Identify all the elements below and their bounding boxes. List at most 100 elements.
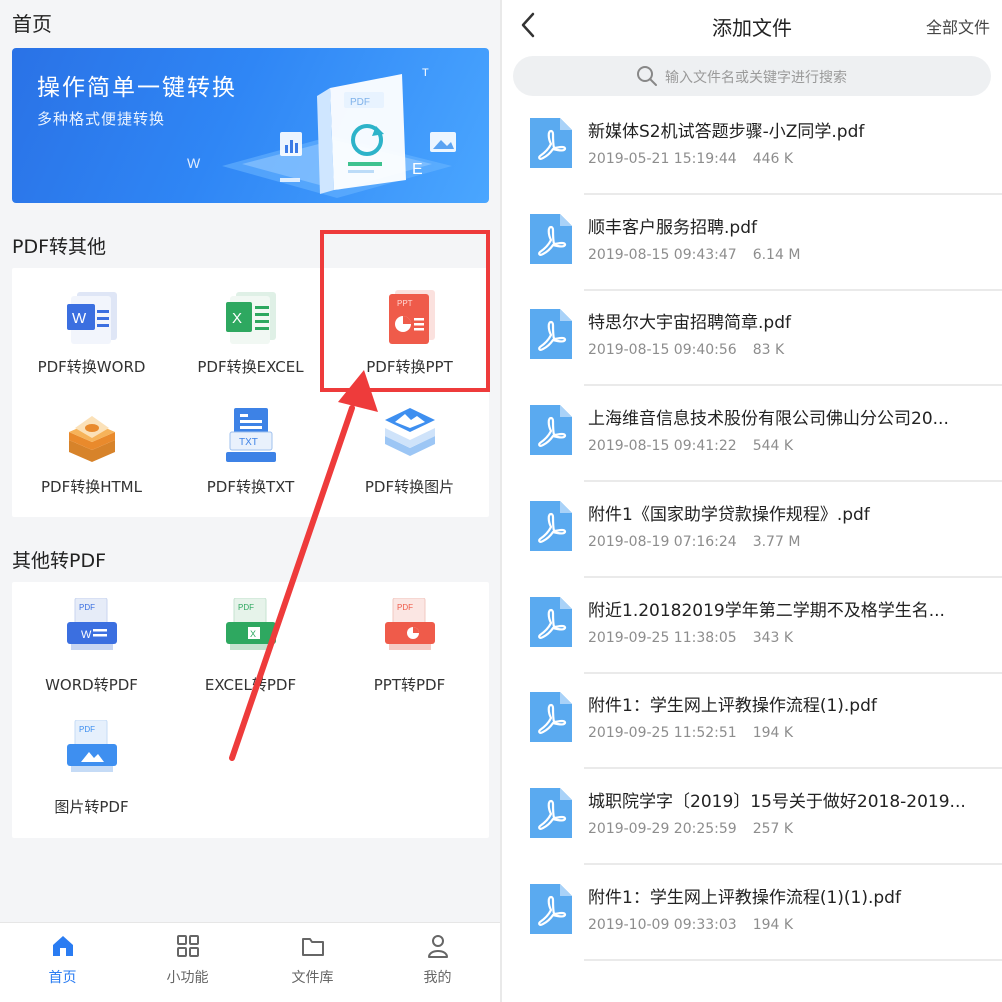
- banner-doc-label: PDF: [350, 97, 370, 108]
- file-date: 2019-08-15 09:40:56: [588, 342, 737, 358]
- file-name: 特思尔大宇宙招聘简章.pdf: [588, 313, 791, 333]
- file-size: 3.77 M: [752, 534, 801, 550]
- row-divider: [584, 863, 1002, 865]
- tool-pdf-to-word[interactable]: W PDF转换WORD: [12, 286, 171, 386]
- file-row[interactable]: 附件1：学生网上评教操作流程(1)(1).pdf 2019-10-09 09:33…: [502, 866, 1002, 962]
- file-size: 194 K: [752, 917, 794, 933]
- file-row[interactable]: 上海维音信息技术股份有限公司佛山分公司20... 2019-08-15 09:41…: [502, 387, 1002, 483]
- all-files-button[interactable]: 全部文件: [926, 14, 990, 38]
- row-divider: [584, 767, 1002, 769]
- section-title-pdf-to-other: PDF转其他: [12, 236, 107, 258]
- file-meta: 2019-09-25 11:52:51 194 K: [588, 725, 793, 741]
- file-date: 2019-08-15 09:41:22: [588, 438, 737, 454]
- word-doc-icon: W: [66, 292, 117, 344]
- file-name: 附件1《国家助学贷款操作规程》.pdf: [588, 505, 870, 525]
- excel-printer-icon: PDF X: [225, 598, 276, 650]
- file-row[interactable]: 附件1《国家助学贷款操作规程》.pdf 2019-08-19 07:16:24 3.…: [502, 483, 1002, 579]
- ppt-printer-icon: PDF: [384, 598, 435, 650]
- nav-library[interactable]: 文件库: [250, 933, 375, 987]
- printer-pdf-text: PDF: [79, 603, 95, 612]
- pdf-file-icon: [530, 788, 572, 838]
- file-date: 2019-10-09 09:33:03: [588, 917, 737, 933]
- file-row[interactable]: 附件1：学生网上评教操作流程(1).pdf 2019-09-25 11:52:51…: [502, 674, 1002, 770]
- file-size: 83 K: [752, 342, 785, 358]
- nav-label: 首页: [48, 970, 77, 986]
- file-date: 2019-09-29 20:25:59: [588, 821, 737, 837]
- image-printer-icon: PDF: [66, 720, 117, 772]
- file-row[interactable]: 附近1.20182019学年第二学期不及格学生名... 2019-09-25 11…: [502, 579, 1002, 675]
- file-row[interactable]: 新媒体S2机试答题步骤-小Z同学.pdf 2019-05-21 15:19:44 4…: [502, 100, 1002, 196]
- other-to-pdf-card: PDF W WORD转PDF PDF X EXCEL转PDF PDF PPT转P…: [12, 582, 489, 838]
- file-size: 544 K: [752, 438, 794, 454]
- pdf-file-icon: [530, 405, 572, 455]
- file-meta: 2019-08-15 09:43:47 6.14 M: [588, 247, 800, 263]
- tool-label: 图片转PDF: [54, 798, 129, 816]
- file-name: 新媒体S2机试答题步骤-小Z同学.pdf: [588, 122, 865, 142]
- file-date: 2019-09-25 11:52:51: [588, 725, 737, 741]
- tool-excel-to-pdf[interactable]: PDF X EXCEL转PDF: [171, 598, 330, 698]
- file-name: 附件1：学生网上评教操作流程(1).pdf: [588, 696, 877, 716]
- nav-me[interactable]: 我的: [375, 933, 500, 987]
- tool-pdf-to-html[interactable]: PDF转换HTML: [12, 406, 171, 506]
- tool-pdf-to-excel[interactable]: X PDF转换EXCEL: [171, 286, 330, 386]
- nav-label: 小功能: [166, 970, 209, 986]
- file-size: 446 K: [752, 151, 794, 167]
- file-date: 2019-05-21 15:19:44: [588, 151, 737, 167]
- search-input[interactable]: 输入文件名或关键字进行搜索: [513, 56, 991, 96]
- word-printer-icon: PDF W: [66, 598, 117, 650]
- image-stack-icon: [384, 408, 435, 456]
- home-screen: 首页 操作简单一键转换 多种格式便捷转换 PDF W E T PDF转其他 W …: [0, 0, 500, 1002]
- file-meta: 2019-08-19 07:16:24 3.77 M: [588, 534, 800, 550]
- printer-pdf-text: PDF: [397, 603, 413, 612]
- banner-t-label: T: [422, 67, 429, 79]
- tool-label: PDF转换HTML: [41, 478, 142, 496]
- row-divider: [584, 193, 1002, 195]
- nav-tools[interactable]: 小功能: [125, 933, 250, 987]
- printer-pdf-text: PDF: [238, 603, 254, 612]
- file-meta: 2019-09-29 20:25:59 257 K: [588, 821, 793, 837]
- highlight-box: [320, 230, 490, 392]
- search-icon: [637, 66, 657, 86]
- row-divider: [584, 959, 1002, 961]
- tool-ppt-to-pdf[interactable]: PDF PPT转PDF: [330, 598, 489, 698]
- tool-pdf-to-txt[interactable]: TXT PDF转换TXT: [171, 406, 330, 506]
- file-date: 2019-08-15 09:43:47: [588, 247, 737, 263]
- html-box-icon: [68, 416, 115, 462]
- svg-text:W: W: [72, 310, 87, 327]
- banner-subtitle: 多种格式便捷转换: [37, 110, 166, 128]
- txt-doc-icon: TXT: [225, 408, 276, 462]
- grid-icon: [176, 935, 199, 957]
- file-date: 2019-08-19 07:16:24: [588, 534, 737, 550]
- file-row[interactable]: 特思尔大宇宙招聘简章.pdf 2019-08-15 09:40:56 83 K: [502, 291, 1002, 387]
- pdf-file-icon: [530, 597, 572, 647]
- tool-label: PDF转换图片: [364, 478, 455, 496]
- tool-word-to-pdf[interactable]: PDF W WORD转PDF: [12, 598, 171, 698]
- home-icon: [52, 936, 73, 956]
- file-name: 顺丰客户服务招聘.pdf: [588, 218, 757, 238]
- nav-label: 文件库: [291, 970, 334, 986]
- nav-home[interactable]: 首页: [0, 933, 125, 987]
- file-row[interactable]: 城职院学字〔2019〕15号关于做好2018-2019... 2019-09-29…: [502, 770, 1002, 866]
- file-size: 194 K: [752, 725, 794, 741]
- tool-label: PDF转换TXT: [206, 478, 295, 496]
- promo-banner[interactable]: 操作简单一键转换 多种格式便捷转换 PDF W E T: [12, 48, 489, 203]
- file-meta: 2019-08-15 09:41:22 544 K: [588, 438, 793, 454]
- file-size: 6.14 M: [752, 247, 801, 263]
- tool-label: EXCEL转PDF: [204, 676, 297, 694]
- file-name: 上海维音信息技术股份有限公司佛山分公司20...: [588, 409, 949, 429]
- file-row[interactable]: 顺丰客户服务招聘.pdf 2019-08-15 09:43:47 6.14 M: [502, 196, 1002, 292]
- pdf-file-icon: [530, 501, 572, 551]
- banner-w-label: W: [187, 155, 201, 171]
- person-icon: [427, 935, 448, 958]
- pdf-file-icon: [530, 692, 572, 742]
- banner-illustration: PDF W E T: [187, 67, 456, 198]
- file-meta: 2019-08-15 09:40:56 83 K: [588, 342, 784, 358]
- svg-text:W: W: [81, 629, 92, 641]
- add-file-screen: 添加文件 全部文件 输入文件名或关键字进行搜索 新媒体S2机试答题步骤-小Z同学…: [502, 0, 1002, 1002]
- txt-icon-text: TXT: [239, 437, 258, 448]
- svg-text:X: X: [232, 310, 242, 327]
- file-meta: 2019-05-21 15:19:44 446 K: [588, 151, 793, 167]
- bottom-nav: 首页 小功能 文件库 我的: [0, 922, 500, 1002]
- tool-pdf-to-image[interactable]: PDF转换图片: [330, 406, 489, 506]
- tool-image-to-pdf[interactable]: PDF 图片转PDF: [12, 720, 171, 820]
